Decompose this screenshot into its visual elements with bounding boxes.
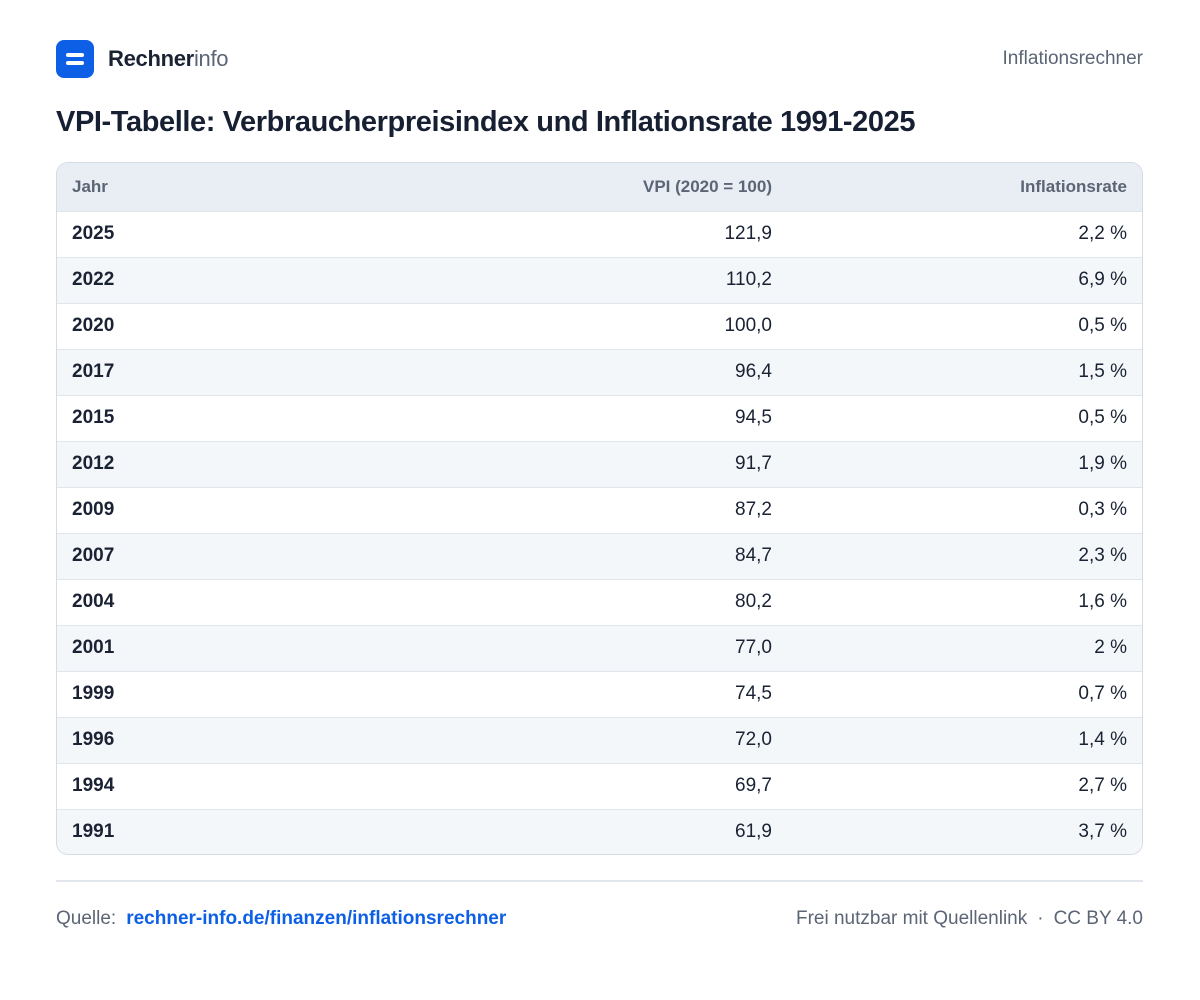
- table-row: 2001 77,0 2 %: [57, 625, 1142, 671]
- cell-rate: 0,3 %: [1078, 499, 1127, 520]
- cell-rate: 2 %: [1094, 637, 1127, 658]
- site-header: Rechnerinfo Inflationsrechner: [56, 40, 1143, 78]
- cell-rate: 3,7 %: [1078, 821, 1127, 843]
- column-header-vpi: VPI (2020 = 100): [642, 176, 772, 196]
- cell-year: 2020: [72, 315, 115, 336]
- cell-vpi: 91,7: [735, 453, 772, 474]
- cell-rate: 1,4 %: [1078, 729, 1127, 750]
- menu-lines-icon: [56, 40, 94, 78]
- cell-vpi: 94,5: [735, 407, 772, 428]
- cell-year: 1999: [72, 683, 115, 704]
- page-title: VPI-Tabelle: Verbraucherpreisindex und I…: [56, 106, 916, 138]
- logo-bar-bottom: [66, 61, 84, 65]
- cell-vpi: 80,2: [735, 591, 772, 612]
- table-row: 1991 61,9 3,7 %: [57, 809, 1142, 854]
- source-label: Quelle:: [56, 908, 117, 929]
- page-footer: Quelle: rechner-info.de/finanzen/inflati…: [56, 906, 1143, 932]
- cell-year: 2009: [72, 499, 115, 520]
- cell-rate: 2,3 %: [1078, 545, 1127, 566]
- cell-vpi: 87,2: [735, 499, 772, 520]
- cell-vpi: 61,9: [735, 821, 772, 843]
- table-header-row: Jahr VPI (2020 = 100) Inflationsrate: [57, 163, 1142, 211]
- table-row: 2007 84,7 2,3 %: [57, 533, 1142, 579]
- cell-rate: 0,5 %: [1078, 315, 1127, 336]
- logo-bar-top: [66, 53, 84, 57]
- vpi-table: Jahr VPI (2020 = 100) Inflationsrate 202…: [57, 163, 1142, 854]
- source-link[interactable]: rechner-info.de/finanzen/inflationsrechn…: [126, 908, 506, 930]
- cell-year: 2001: [72, 637, 115, 658]
- table-row: 2017 96,4 1,5 %: [57, 349, 1142, 395]
- table-header: Jahr VPI (2020 = 100) Inflationsrate: [57, 163, 1142, 211]
- cell-rate: 1,9 %: [1078, 453, 1127, 474]
- vpi-table-container: Jahr VPI (2020 = 100) Inflationsrate 202…: [56, 162, 1143, 855]
- license-info: Frei nutzbar mit Quellenlink · CC BY 4.0: [796, 908, 1143, 930]
- cell-rate: 0,5 %: [1078, 407, 1127, 428]
- table-row: 1994 69,7 2,7 %: [57, 763, 1142, 809]
- cell-rate: 1,6 %: [1078, 591, 1127, 612]
- cell-year: 1994: [72, 775, 115, 796]
- column-header-rate: Inflationsrate: [1020, 176, 1127, 196]
- brand-name-strong: Rechner: [108, 46, 194, 71]
- cell-rate: 0,7 %: [1078, 683, 1127, 704]
- brand-name: Rechnerinfo: [108, 46, 229, 72]
- cell-vpi: 74,5: [735, 683, 772, 704]
- cell-year: 2015: [72, 407, 115, 428]
- cell-vpi: 110,2: [725, 269, 772, 290]
- cell-year: 2004: [72, 591, 115, 612]
- column-header-year: Jahr: [72, 176, 108, 196]
- brand-logo-link[interactable]: Rechnerinfo: [56, 40, 229, 78]
- cell-rate: 2,2 %: [1078, 223, 1127, 244]
- footer-divider: [56, 880, 1143, 882]
- cell-rate: 1,5 %: [1078, 361, 1127, 382]
- table-row: 2022 110,2 6,9 %: [57, 257, 1142, 303]
- table-row: 2020 100,0 0,5 %: [57, 303, 1142, 349]
- license-separator: ·: [1037, 908, 1044, 929]
- cell-vpi: 100,0: [724, 315, 772, 336]
- cell-year: 1991: [72, 821, 115, 843]
- cell-vpi: 96,4: [735, 361, 772, 382]
- brand-name-light: info: [193, 46, 229, 71]
- table-row: 2009 87,2 0,3 %: [57, 487, 1142, 533]
- cell-rate: 6,9 %: [1078, 269, 1127, 290]
- cell-vpi: 69,7: [735, 775, 772, 796]
- cell-year: 2017: [72, 361, 115, 382]
- cell-year: 2012: [72, 453, 115, 474]
- cell-year: 2022: [72, 269, 115, 290]
- cell-vpi: 72,0: [735, 729, 772, 750]
- table-row: 2025 121,9 2,2 %: [57, 211, 1142, 257]
- table-row: 1996 72,0 1,4 %: [57, 717, 1142, 763]
- cell-vpi: 77,0: [735, 637, 772, 658]
- table-row: 2012 91,7 1,9 %: [57, 441, 1142, 487]
- table-row: 1999 74,5 0,7 %: [57, 671, 1142, 717]
- header-nav-link[interactable]: Inflationsrechner: [1003, 48, 1143, 70]
- cell-year: 1996: [72, 729, 115, 750]
- table-row: 2004 80,2 1,6 %: [57, 579, 1142, 625]
- table-row: 2015 94,5 0,5 %: [57, 395, 1142, 441]
- license-name: CC BY 4.0: [1053, 908, 1143, 929]
- cell-year: 2007: [72, 545, 115, 566]
- source-attribution: Quelle: rechner-info.de/finanzen/inflati…: [56, 908, 506, 930]
- table-body: 2025 121,9 2,2 % 2022 110,2 6,9 % 2020 100,0 0,5…: [57, 211, 1142, 854]
- license-text: Frei nutzbar mit Quellenlink: [795, 908, 1028, 929]
- cell-year: 2025: [72, 223, 115, 244]
- cell-vpi: 84,7: [735, 545, 772, 566]
- cell-vpi: 121,9: [724, 223, 772, 244]
- cell-rate: 2,7 %: [1078, 775, 1127, 796]
